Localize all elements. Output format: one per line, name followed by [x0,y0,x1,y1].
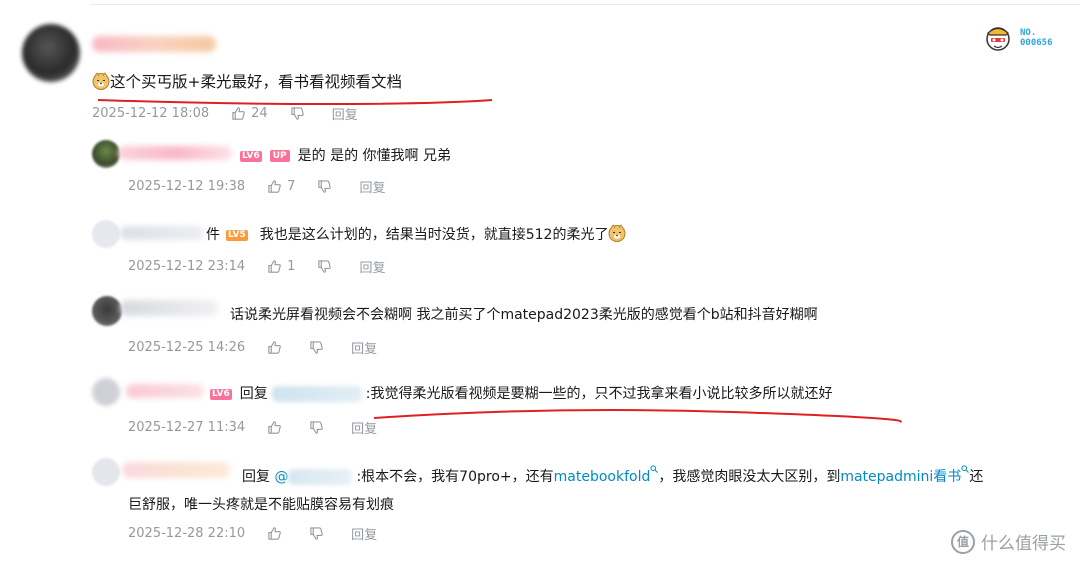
thumb-up-icon [268,341,281,354]
reply1-like-button[interactable]: 7 [267,179,295,194]
reply3-dislike-button[interactable] [309,340,329,355]
thumb-up-icon [268,527,281,540]
reply2-reply-button[interactable]: 回复 [359,257,385,276]
fan-badge-icon [986,27,1010,51]
reply5-text-a: :根本不会，我有70pro+，还有 [356,469,554,485]
reply3-avatar[interactable] [92,296,122,326]
reply4-meta: 2025-12-27 11:34 回复 [128,418,399,437]
reply5-username-blurred[interactable] [122,462,230,478]
thumb-up-icon [232,107,245,120]
reply5-body: 回复 @ :根本不会，我有70pro+，还有matebookfold ，我感觉肉眼没… [242,463,983,491]
reply5-timestamp: 2025-12-28 22:10 [128,526,246,541]
reply3-reply-button[interactable]: 回复 [351,338,377,357]
main-avatar[interactable] [22,24,80,82]
main-dislike-button[interactable] [290,106,310,121]
reply1-body: LV6 UP 是的 是的 你懂我啊 兄弟 [240,145,451,165]
reply4-dislike-button[interactable] [309,420,329,435]
fan-badge: NO. 000656 [982,22,1053,54]
reply2-name-tail: 件 [206,227,220,243]
reply5-meta: 2025-12-28 22:10 回复 [128,524,399,543]
reply3-like-button[interactable] [267,340,287,355]
reply5-like-button[interactable] [267,526,287,541]
reply2-avatar[interactable] [92,220,120,248]
reply3-username-blurred[interactable] [120,300,218,316]
reply3-meta: 2025-12-25 14:26 回复 [128,338,399,357]
main-like-count: 24 [251,106,268,121]
thumb-down-icon [310,341,323,354]
reply4-body: LV6 回复 :我觉得柔光版看视频是要糊一些的，只不过我拿来看小说比较多所以就还好 [210,383,832,403]
reply1-like-count: 7 [287,179,296,194]
reply2-username-blurred[interactable] [120,226,204,240]
level-badge: LV5 [226,230,248,241]
thumb-down-icon [310,527,323,540]
reply1-text: 是的 是的 你懂我啊 兄弟 [297,148,451,164]
reply5-avatar[interactable] [92,458,120,486]
doge-emoji-icon [92,72,110,90]
reply3-timestamp: 2025-12-25 14:26 [128,340,246,355]
main-reply-button[interactable]: 回复 [332,104,358,123]
reply4-text: :我觉得柔光版看视频是要糊一些的，只不过我拿来看小说比较多所以就还好 [365,386,833,402]
watermark-logo-icon: 值 [951,529,975,554]
reply5-link-matebookfold[interactable]: matebookfold [554,469,651,485]
thumb-down-icon [310,421,323,434]
reply4-mention-blurred[interactable] [271,386,362,402]
main-comment-text: 这个买丐版+柔光最好，看书看视频看文档 [110,73,402,91]
thumb-down-icon [291,107,304,120]
reply2-body: 件 LV5 我也是这么计划的，结果当时没货，就直接512的柔光了 [206,224,626,244]
reply5-text-c: 还 [969,469,984,485]
reply2-timestamp: 2025-12-12 23:14 [128,259,246,274]
reply2-like-button[interactable]: 1 [267,259,295,274]
reply5-reply-button[interactable]: 回复 [351,524,377,543]
site-watermark: 值 什么值得买 [951,529,1066,554]
doge-emoji-icon [608,224,626,242]
reply5-body-line2: 巨舒服，唯一头疼就是不能贴膜容易有划痕 [128,497,394,513]
thumb-up-icon [268,260,281,273]
main-meta: 2025-12-12 18:08 24 回复 [92,104,380,123]
reply1-dislike-button[interactable] [317,179,337,194]
badge-number: 000656 [1020,38,1053,48]
reply5-text-b: ，我感觉肉眼没太大区别，到 [658,469,841,485]
reply1-reply-button[interactable]: 回复 [359,177,385,196]
reply5-prefix: 回复 [242,469,270,485]
thumb-up-icon [268,180,281,193]
reply5-mention-blurred[interactable] [288,469,353,485]
watermark-text: 什么值得买 [981,534,1066,554]
badge-line1: NO. [1020,28,1037,38]
reply4-like-button[interactable] [267,420,287,435]
reply5-at: @ [274,469,289,485]
top-divider [90,4,1080,5]
thumb-up-icon [268,421,281,434]
reply1-meta: 2025-12-12 19:38 7 回复 [128,177,407,196]
reply4-timestamp: 2025-12-27 11:34 [128,420,246,435]
reply3-text: 话说柔光屏看视频会不会糊啊 我之前买了个matepad2023柔光版的感觉看个b… [230,307,818,323]
thumb-down-icon [318,180,332,193]
up-badge: UP [269,150,290,162]
main-username-blurred[interactable] [92,36,216,52]
reply4-username-blurred[interactable] [126,384,204,398]
reply1-username-blurred[interactable] [118,146,232,160]
main-like-button[interactable]: 24 [231,106,268,121]
reply1-timestamp: 2025-12-12 19:38 [128,179,246,194]
reply2-meta: 2025-12-12 23:14 1 回复 [128,257,407,276]
reply2-dislike-button[interactable] [317,259,337,274]
reply4-avatar[interactable] [92,378,120,406]
reply4-prefix: 回复 [239,386,268,402]
reply3-body: 话说柔光屏看视频会不会糊啊 我之前买了个matepad2023柔光版的感觉看个b… [230,304,818,324]
reply4-underline-annotation [373,409,902,423]
reply4-reply-button[interactable]: 回复 [351,418,377,437]
reply5-dislike-button[interactable] [309,526,329,541]
main-timestamp: 2025-12-12 18:08 [92,106,210,121]
thumb-down-icon [318,260,332,273]
level-badge: LV6 [210,389,232,400]
reply2-text: 我也是这么计划的，结果当时没货，就直接512的柔光了 [259,227,609,243]
reply1-avatar[interactable] [92,140,120,168]
reply5-link-matepadmini[interactable]: matepadmini看书 [840,469,961,485]
reply2-like-count: 1 [287,259,296,274]
level-badge: LV6 [240,151,262,162]
main-comment: 这个买丐版+柔光最好，看书看视频看文档 [92,70,402,92]
